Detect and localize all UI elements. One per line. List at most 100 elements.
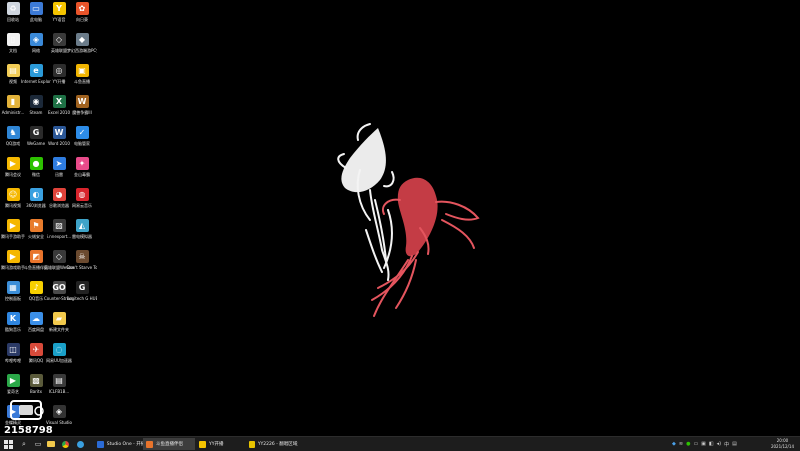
watermark-room-id: 2158798 — [4, 425, 53, 436]
taskbar-window-button[interactable]: Studio One - 开播 — [94, 438, 144, 450]
search-icon: ⌕ — [22, 439, 26, 448]
desktop-icon-label: Logitech G HUB — [67, 296, 97, 301]
app-icon: G — [29, 126, 43, 139]
app-icon: ☺ — [6, 188, 20, 201]
app-icon: ◈ — [29, 33, 43, 46]
app-icon: ✿ — [75, 2, 89, 15]
desktop-icon-label: 雷电模拟器 — [72, 234, 92, 239]
app-icon: W — [75, 95, 89, 108]
app-icon: ▮ — [6, 95, 20, 108]
desktop-icon-label: 梦幻西游端游PC完整版 — [67, 48, 97, 53]
red-koi — [371, 177, 480, 317]
app-icon: ◎ — [52, 64, 66, 77]
pinned-chrome[interactable] — [62, 439, 69, 449]
system-clock[interactable]: 20:00 2021/12/14 — [771, 438, 794, 450]
app-icon: ▯ — [6, 33, 20, 46]
app-icon: ◕ — [52, 188, 66, 201]
window-title: Studio One - 开播 — [106, 442, 144, 447]
window-title: YY开播 — [209, 442, 224, 447]
app-icon: ▤ — [52, 374, 66, 387]
desktop-icon-label: 网易云音乐 — [72, 203, 92, 208]
app-icon: ◭ — [75, 219, 89, 232]
app-icon: ▩ — [29, 374, 43, 387]
window-title: 斗鱼直播伴侣 — [156, 442, 183, 447]
app-icon: ▶ — [6, 219, 20, 232]
desktop-icon-label: 网易UU加速器 — [46, 358, 72, 363]
desktop-icon[interactable]: ✿ 向日葵 — [70, 2, 94, 32]
desktop-icon[interactable]: ◌ 网易UU加速器 — [46, 343, 72, 373]
notification-icon[interactable]: ▤ — [732, 441, 737, 447]
desktop-icon-label: Don't Starve Together — [67, 265, 97, 270]
app-icon: ◆ — [75, 33, 89, 46]
window-title: YY2226 - 翻唱区域主流 — [257, 442, 298, 447]
network-icon[interactable]: ▭ — [693, 441, 698, 447]
app-icon: K — [6, 312, 20, 325]
app-icon: ➤ — [52, 157, 66, 170]
tray-icon-2[interactable]: ▣ — [701, 441, 706, 447]
desktop-icon[interactable]: ☠ Don't Starve Together — [67, 250, 97, 280]
desktop-icon[interactable]: ✦ 金山毒霸 — [70, 157, 94, 187]
chrome-icon — [62, 440, 69, 448]
app-icon: ◍ — [75, 188, 89, 201]
app-tray-icon[interactable]: ● — [686, 441, 690, 447]
desktop-icon[interactable]: ▰ 新建文件夹 — [47, 312, 71, 342]
shield-icon[interactable]: ◆ — [672, 441, 676, 447]
app-icon: X — [52, 95, 66, 108]
white-koi — [337, 123, 395, 281]
koi-fish-wallpaper — [337, 123, 480, 317]
stream-watermark: 2158798 — [3, 399, 73, 439]
app-icon: ▨ — [52, 219, 66, 232]
app-icon: ▶ — [6, 374, 20, 387]
taskbar-window-button[interactable]: 斗鱼直播伴侣 — [143, 438, 195, 450]
pinned-folder[interactable] — [47, 439, 55, 449]
taskbar-window-button[interactable]: YY2226 - 翻唱区域主流 — [246, 438, 298, 450]
volume-icon[interactable]: ◂) — [717, 441, 721, 447]
desktop-icon[interactable]: ◆ 梦幻西游端游PC完整版 — [67, 33, 97, 63]
task-view-icon: ▭ — [34, 440, 42, 448]
app-icon: e — [29, 64, 43, 77]
pinned-browser[interactable] — [77, 439, 84, 449]
app-icon: ♪ — [29, 281, 43, 294]
start-button[interactable] — [4, 439, 14, 449]
tray-icon-3[interactable]: ◧ — [709, 441, 714, 447]
app-icon: ✈ — [29, 343, 43, 356]
app-icon: ◐ — [29, 188, 43, 201]
app-icon: ☠ — [75, 250, 89, 263]
app-icon: ◇ — [52, 250, 66, 263]
app-icon: ▶ — [6, 157, 20, 170]
window-app-icon — [146, 440, 153, 448]
desktop-icon-label: 新建文件夹 — [49, 327, 69, 332]
app-icon: ☁ — [29, 312, 43, 325]
app-icon: ▤ — [6, 64, 20, 77]
desktop-icon[interactable]: ▣ 斗鱼直播 — [70, 64, 94, 94]
taskbar-window-button[interactable]: YY开播 — [196, 438, 244, 450]
app-icon: ▦ — [6, 281, 20, 294]
desktop-icon[interactable]: ◍ 网易云音乐 — [70, 188, 94, 218]
task-view-button[interactable]: ▭ — [33, 439, 43, 449]
desktop-icon-label: 电脑管家 — [74, 141, 90, 146]
desktop-icon[interactable]: ◭ 雷电模拟器 — [70, 219, 94, 249]
app-icon: ◇ — [52, 33, 66, 46]
search-button[interactable]: ⌕ — [19, 439, 29, 449]
desktop-icon[interactable]: W 魔兽争霸III — [70, 95, 94, 125]
app-icon: GO — [52, 281, 66, 294]
desktop-icon[interactable]: ✓ 电脑管家 — [70, 126, 94, 156]
wifi-icon[interactable]: ≋ — [679, 441, 683, 447]
window-app-icon — [249, 440, 255, 448]
app-icon: ◩ — [29, 250, 43, 263]
desktop-icon-label: ICLFB1B... — [48, 389, 70, 394]
desktop-icon[interactable]: G Logitech G HUB — [67, 281, 97, 311]
app-icon: ◌ — [52, 343, 66, 356]
app-icon: ◫ — [6, 343, 20, 356]
desktop-icon-label: 斗鱼直播 — [74, 79, 90, 84]
ime-icon[interactable]: 中 — [724, 441, 729, 448]
desktop: ♻回收站▭此电脑YYY语音✿向日葵▯文档◈网络◇英雄联盟◆梦幻西游端游PC完整版… — [0, 0, 800, 436]
desktop-icon-grid: ♻回收站▭此电脑YYY语音✿向日葵▯文档◈网络◇英雄联盟◆梦幻西游端游PC完整版… — [0, 0, 97, 430]
app-icon: Y — [52, 2, 66, 15]
app-icon: ⚑ — [29, 219, 43, 232]
app-icon: ▭ — [29, 2, 43, 15]
app-icon: ♻ — [6, 2, 20, 15]
app-icon: ▣ — [75, 64, 89, 77]
app-icon: ● — [29, 157, 43, 170]
app-icon: ♞ — [6, 126, 20, 139]
